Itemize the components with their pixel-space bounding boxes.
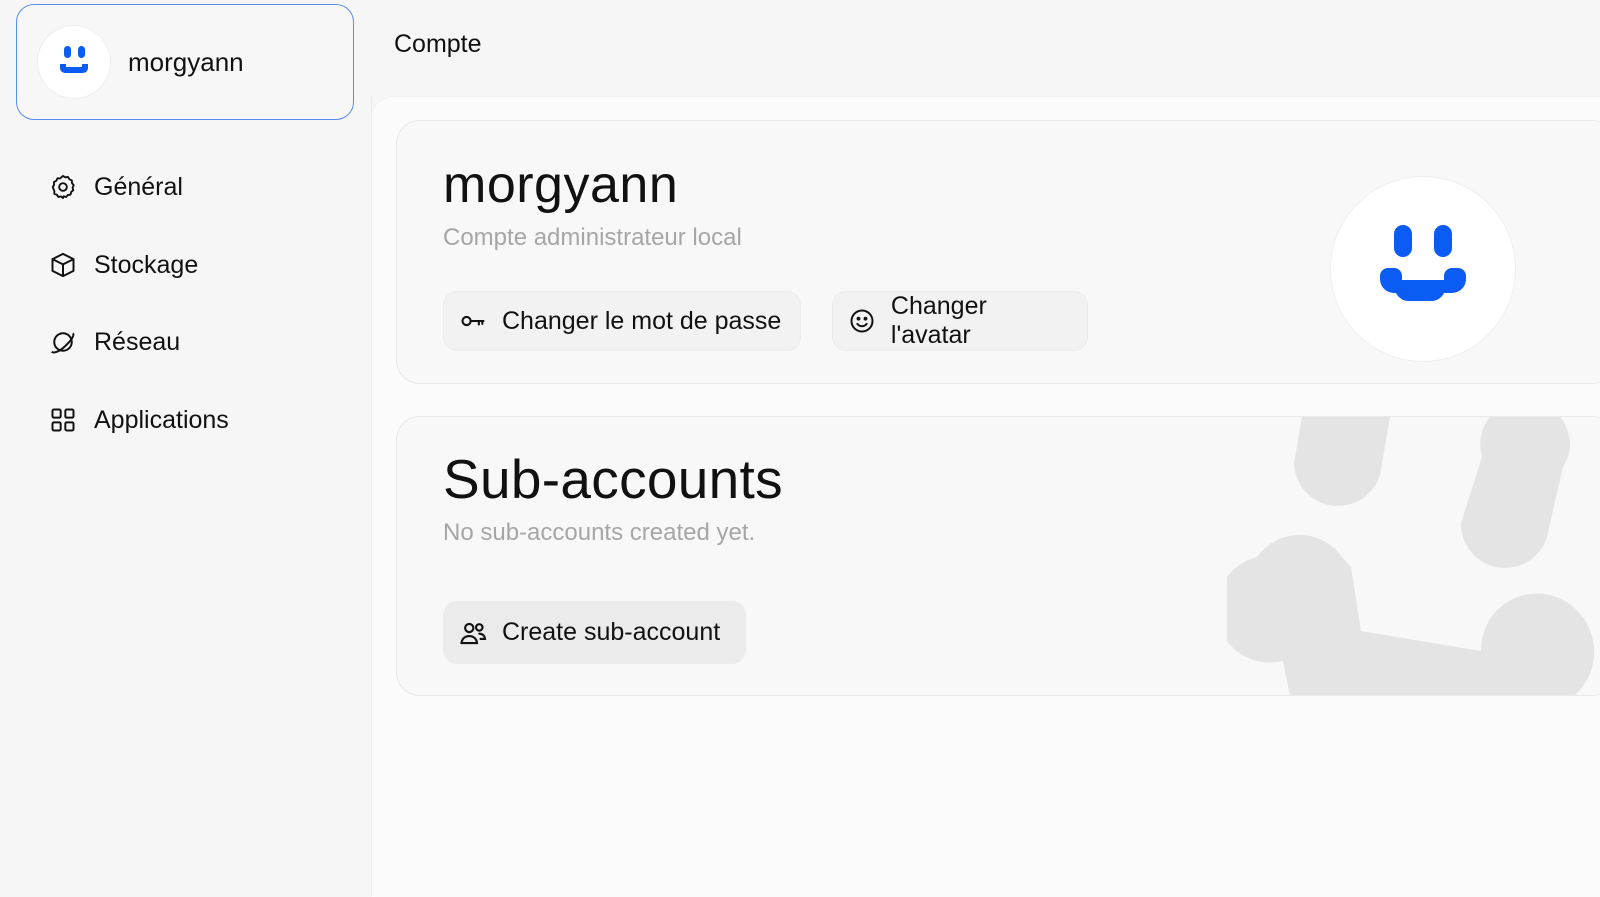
sidebar-nav: Général Stockage Réseau Applications (48, 160, 348, 471)
sidebar-item-network[interactable]: Réseau (48, 315, 348, 369)
account-avatar (1331, 177, 1515, 361)
planet-icon (48, 327, 78, 357)
decorative-smiley-icon (1227, 417, 1595, 695)
subaccounts-title: Sub-accounts (443, 448, 783, 510)
grid-icon (48, 405, 78, 435)
sidebar-item-general[interactable]: Général (48, 160, 348, 214)
sidebar-item-storage[interactable]: Stockage (48, 238, 348, 292)
page-title: Compte (394, 30, 482, 58)
change-avatar-label: Changer l'avatar (890, 292, 987, 349)
user-name: morgyann (128, 46, 244, 77)
account-role: Compte administrateur local (443, 224, 742, 251)
smiley-icon (1380, 225, 1466, 301)
sidebar-item-label: Général (94, 172, 183, 201)
sidebar-item-label: Réseau (94, 327, 181, 356)
key-icon (458, 306, 488, 336)
create-subaccount-button[interactable]: Create sub-account (443, 601, 746, 664)
change-avatar-button[interactable]: Changer l'avatar (832, 291, 1088, 351)
box-icon (48, 250, 78, 280)
subaccounts-card: Sub-accounts No sub-accounts created yet… (396, 416, 1600, 696)
gear-icon (48, 172, 78, 202)
change-password-button[interactable]: Changer le mot de passe (443, 291, 801, 351)
account-name: morgyann (443, 156, 679, 214)
subaccounts-empty-text: No sub-accounts created yet. (443, 519, 756, 546)
account-card: morgyann Compte administrateur local Cha… (396, 120, 1600, 384)
change-password-label: Changer le mot de passe (502, 306, 782, 335)
sidebar-item-label: Stockage (94, 250, 199, 279)
sidebar-item-applications[interactable]: Applications (48, 393, 348, 447)
users-icon (458, 618, 488, 648)
create-subaccount-label: Create sub-account (502, 618, 721, 646)
sidebar: morgyann Général Stockage Réseau Applica… (0, 0, 372, 896)
smiley-icon (60, 46, 88, 73)
smile-face-icon (847, 306, 877, 336)
sidebar-item-label: Applications (94, 405, 229, 434)
user-avatar (38, 26, 110, 98)
user-card[interactable]: morgyann (16, 4, 354, 120)
